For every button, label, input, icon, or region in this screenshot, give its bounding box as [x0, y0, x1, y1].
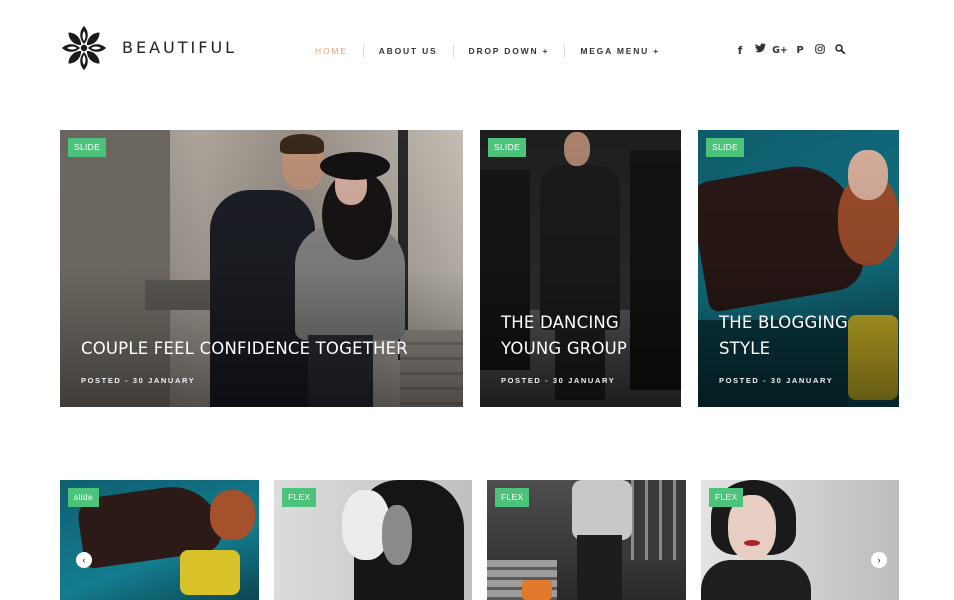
- carousel-next-arrow[interactable]: ›: [871, 552, 887, 568]
- flex-badge[interactable]: FLEX: [709, 488, 744, 507]
- featured-card[interactable]: SLIDE THE DANCING YOUNG GROUP POSTED - 3…: [480, 130, 681, 407]
- carousel-card[interactable]: FLEX: [274, 480, 472, 600]
- model-coat: [701, 560, 811, 600]
- card-title[interactable]: COUPLE FEEL CONFIDENCE TOGETHER: [81, 336, 445, 362]
- nav-home[interactable]: HOME: [300, 44, 363, 58]
- post-date: POSTED - 30 JANUARY: [81, 376, 196, 385]
- nav-drop-down[interactable]: DROP DOWN +: [454, 44, 565, 58]
- model-legs: [577, 535, 622, 600]
- social-links: f G+ P: [730, 43, 850, 58]
- post-date: POSTED - 30 JANUARY: [719, 376, 834, 385]
- slide-badge[interactable]: SLIDE: [68, 138, 107, 157]
- main-nav: HOME ABOUT US DROP DOWN + MEGA MENU +: [300, 44, 675, 58]
- pinterest-icon[interactable]: P: [790, 44, 810, 58]
- model-face-shadow: [382, 505, 412, 565]
- slide-badge[interactable]: SLIDE: [706, 138, 745, 157]
- card-overlay: [60, 130, 463, 407]
- card-overlay: [698, 130, 899, 407]
- slide-badge[interactable]: slide: [68, 488, 99, 507]
- nav-about-us[interactable]: ABOUT US: [364, 44, 453, 58]
- carousel-card[interactable]: slide: [60, 480, 259, 600]
- yellow-bag: [180, 550, 240, 595]
- card-overlay: [480, 130, 681, 407]
- flex-badge[interactable]: FLEX: [282, 488, 317, 507]
- flex-badge[interactable]: FLEX: [495, 488, 530, 507]
- model-hair: [210, 490, 255, 540]
- model-jacket: [572, 480, 632, 540]
- carousel-card[interactable]: FLEX: [701, 480, 899, 600]
- twitter-icon[interactable]: [750, 43, 770, 58]
- orange-bag: [522, 580, 552, 600]
- logo-icon[interactable]: [61, 25, 107, 71]
- model-lips: [744, 540, 760, 546]
- brand-name[interactable]: BEAUTIFUL: [122, 38, 237, 57]
- search-icon[interactable]: [830, 43, 850, 58]
- instagram-icon[interactable]: [810, 43, 830, 58]
- slide-badge[interactable]: SLIDE: [488, 138, 527, 157]
- carousel-card[interactable]: FLEX: [487, 480, 686, 600]
- post-date: POSTED - 30 JANUARY: [501, 376, 616, 385]
- card-title[interactable]: THE BLOGGING STYLE: [719, 310, 859, 362]
- featured-card[interactable]: SLIDE COUPLE FEEL CONFIDENCE TOGETHER PO…: [60, 130, 463, 407]
- nav-mega-menu[interactable]: MEGA MENU +: [565, 44, 675, 58]
- carousel-prev-arrow[interactable]: ‹: [76, 552, 92, 568]
- card-title[interactable]: THE DANCING YOUNG GROUP: [501, 310, 641, 362]
- featured-card[interactable]: SLIDE THE BLOGGING STYLE POSTED - 30 JAN…: [698, 130, 899, 407]
- facebook-icon[interactable]: f: [730, 44, 750, 58]
- google-plus-icon[interactable]: G+: [770, 44, 790, 58]
